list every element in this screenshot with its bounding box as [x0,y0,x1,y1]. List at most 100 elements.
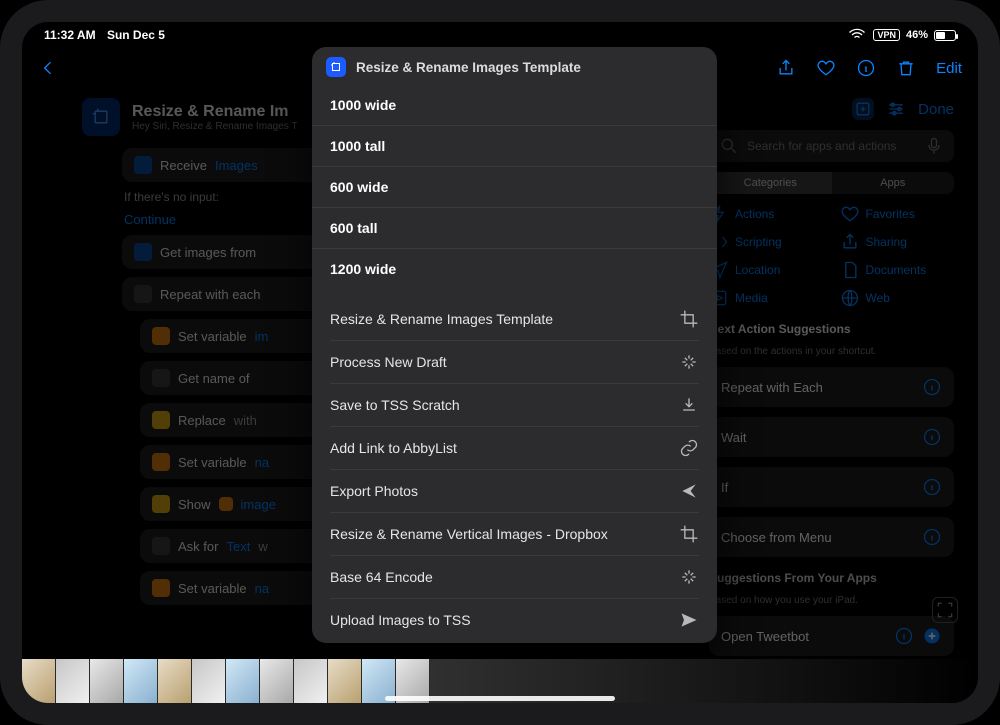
size-option[interactable]: 1000 wide [312,85,717,126]
shortcut-row[interactable]: Base 64 Encode [330,556,699,599]
seg-apps[interactable]: Apps [832,172,955,194]
mic-icon[interactable] [924,136,944,156]
ipad-frame: 11:32 AM Sun Dec 5 VPN 46% ••• [0,0,1000,725]
name-icon [152,369,170,387]
set-var-label: Set variable [178,329,247,344]
sliders-icon[interactable] [886,99,906,119]
shortcut-row[interactable]: Add Link to AbbyList [330,427,699,470]
receive-label: Receive [160,158,207,173]
status-date: Sun Dec 5 [107,28,165,42]
show-value[interactable]: image [241,497,276,512]
suggestion-if[interactable]: If [709,467,954,507]
wifi-icon [847,25,867,45]
repeat-icon [134,285,152,303]
cat-sharing[interactable]: Sharing [840,232,955,252]
shortcut-list: Resize & Rename Images Template Process … [312,298,717,641]
shortcut-row[interactable]: Upload Images to TSS [330,599,699,641]
suggestion-wait[interactable]: Wait [709,417,954,457]
doc-icon [840,260,860,280]
shortcut-row[interactable]: Export Photos [330,470,699,513]
plus-circle-icon [922,626,942,646]
edit-button[interactable]: Edit [936,60,962,77]
cat-location[interactable]: Location [709,260,824,280]
info-circle-icon-2 [922,427,942,447]
replace-icon [152,411,170,429]
var-na2[interactable]: na [255,581,269,596]
home-indicator[interactable] [385,696,615,701]
cat-documents[interactable]: Documents [840,260,955,280]
thumbnail[interactable] [158,659,192,703]
next-suggestions-title: Next Action Suggestions [709,322,954,336]
thumbnail[interactable] [90,659,124,703]
modal-header: Resize & Rename Images Template [312,47,717,85]
done-button[interactable]: Done [918,101,954,118]
screen: 11:32 AM Sun Dec 5 VPN 46% ••• [22,22,978,703]
ask-w: w [258,539,267,554]
thumbnail[interactable] [294,659,328,703]
shortcut-subtitle: Hey Siri, Resize & Rename Images T [132,121,297,132]
get-name-label: Get name of [178,371,250,386]
size-option[interactable]: 600 tall [312,208,717,249]
shortcut-row[interactable]: Resize & Rename Images Template [330,298,699,341]
category-grid: Actions Favorites Scripting Sharing Loca… [709,204,954,308]
cat-favorites[interactable]: Favorites [840,204,955,224]
share-icon[interactable] [776,58,796,78]
seg-categories[interactable]: Categories [709,172,832,194]
info-circle-icon [922,377,942,397]
set-var-na-label: Set variable [178,455,247,470]
scan-button[interactable] [932,597,958,623]
add-action-icon[interactable] [852,98,874,120]
shortcut-row[interactable]: Resize & Rename Vertical Images - Dropbo… [330,513,699,556]
search-placeholder: Search for apps and actions [747,139,916,153]
with-label: with [234,413,257,428]
suggestion-tweetbot[interactable]: Open Tweetbot [709,616,954,656]
heart-icon[interactable] [816,58,836,78]
battery-pct: 46% [906,29,928,41]
cat-scripting[interactable]: Scripting [709,232,824,252]
var-na[interactable]: na [255,455,269,470]
thumbnail[interactable] [56,659,90,703]
get-images-label: Get images from [160,245,256,260]
shortcut-row[interactable]: Process New Draft [330,341,699,384]
thumbnail[interactable] [22,659,56,703]
download-icon [679,395,699,415]
show-label: Show [178,497,211,512]
thumbnail[interactable] [328,659,362,703]
cat-web[interactable]: Web [840,288,955,308]
thumbnail[interactable] [226,659,260,703]
cat-media[interactable]: Media [709,288,824,308]
var-icon-2 [152,453,170,471]
crop-icon [679,309,699,329]
size-option[interactable]: 600 wide [312,167,717,208]
size-option[interactable]: 1200 wide [312,249,717,290]
shortcut-row[interactable]: Save to TSS Scratch [330,384,699,427]
info-icon[interactable] [856,58,876,78]
thumbnail[interactable] [260,659,294,703]
menu-modal: Resize & Rename Images Template 1000 wid… [312,47,717,643]
var-icon [152,327,170,345]
action-sidebar: Done Search for apps and actions Categor… [709,98,954,656]
back-chevron-icon[interactable] [38,58,58,78]
suggestion-choose[interactable]: Choose from Menu [709,517,954,557]
show-icon [152,495,170,513]
trash-icon[interactable] [896,58,916,78]
thumbnail[interactable] [192,659,226,703]
suggestion-repeat[interactable]: Repeat with Each [709,367,954,407]
link-icon [679,438,699,458]
size-option[interactable]: 1000 tall [312,126,717,167]
action-search[interactable]: Search for apps and actions [709,130,954,162]
size-options-list: 1000 wide 1000 tall 600 wide 600 tall 12… [312,85,717,290]
send-icon [679,610,699,630]
from-apps-title: Suggestions From Your Apps [709,571,954,585]
battery-icon [934,30,956,41]
ask-type[interactable]: Text [226,539,250,554]
thumbnail[interactable] [124,659,158,703]
receive-value[interactable]: Images [215,158,258,173]
cat-actions[interactable]: Actions [709,204,824,224]
search-icon [719,136,739,156]
segmented-control[interactable]: Categories Apps [709,172,954,194]
var-im[interactable]: im [255,329,269,344]
repeat-label: Repeat with each [160,287,260,302]
globe-icon [840,288,860,308]
modal-app-icon [326,57,346,77]
